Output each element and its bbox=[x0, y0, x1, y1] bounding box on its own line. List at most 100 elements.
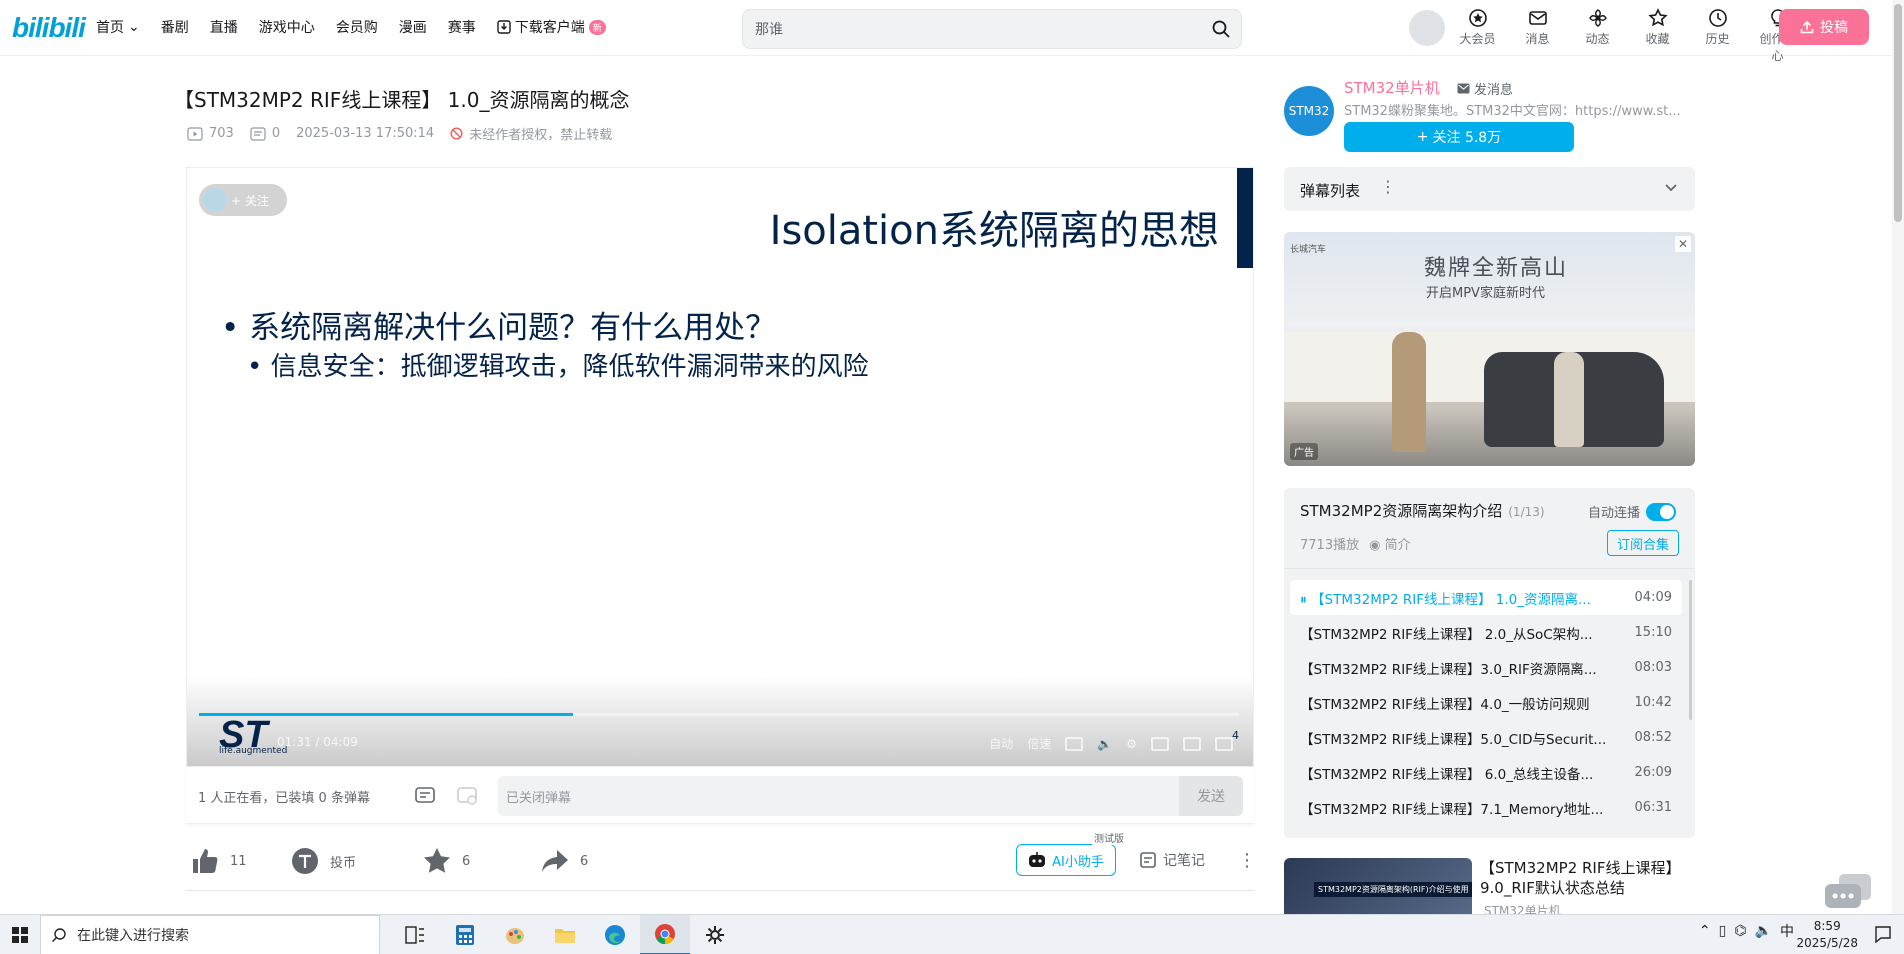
note-button[interactable]: 记笔记 bbox=[1139, 850, 1205, 870]
calculator-icon[interactable] bbox=[440, 915, 490, 954]
playlist-item[interactable]: 【STM32MP2 RIF线上课程】7.1_Memory地址... 06:31 bbox=[1290, 790, 1682, 825]
chevron-down-icon: ⌄ bbox=[128, 19, 140, 35]
playlist-item[interactable]: 【STM32MP2 RIF线上课程】3.0_RIF资源隔离... 08:03 bbox=[1290, 650, 1682, 685]
uploader-description: STM32蝶粉聚集地。STM32中文官网：https://www.st... bbox=[1344, 104, 1681, 119]
playlist-item[interactable]: 【STM32MP2 RIF线上课程】 6.0_总线主设备... 26:09 bbox=[1290, 755, 1682, 790]
recommended-title[interactable]: 【STM32MP2 RIF线上课程】9.0_RIF默认状态总结 bbox=[1480, 858, 1700, 898]
danmaku-send-button[interactable]: 发送 bbox=[1179, 776, 1243, 816]
favorite-button[interactable]: 6 bbox=[422, 846, 470, 876]
ad-subheadline: 开启MPV家庭新时代 bbox=[1426, 286, 1545, 301]
uploader-name[interactable]: STM32单片机 bbox=[1344, 77, 1440, 98]
playlist-item[interactable]: 【STM32MP2 RIF线上课程】 2.0_从SoC架构... 15:10 bbox=[1290, 615, 1682, 650]
speed-button[interactable]: 倍速 bbox=[1027, 735, 1051, 752]
subtitle-icon[interactable] bbox=[1065, 736, 1084, 751]
nav-live[interactable]: 直播 bbox=[210, 17, 238, 37]
video-title: 【STM32MP2 RIF线上课程】 1.0_资源隔离的概念 bbox=[174, 88, 630, 112]
danmaku-toggle-icon[interactable] bbox=[414, 786, 436, 806]
like-button[interactable]: 11 bbox=[190, 846, 247, 876]
more-options-icon[interactable]: ⋮ bbox=[1380, 177, 1396, 196]
nav-game-center[interactable]: 游戏中心 bbox=[259, 17, 315, 37]
start-button[interactable] bbox=[0, 915, 40, 954]
subscribe-collection-button[interactable]: 订阅合集 bbox=[1607, 530, 1679, 556]
playlist-title[interactable]: STM32MP2资源隔离架构介绍 (1/13) bbox=[1300, 500, 1545, 521]
volume-icon[interactable]: 🔈 bbox=[1097, 737, 1112, 751]
nav-download-client[interactable]: 下载客户端 新 bbox=[497, 17, 606, 37]
messages-button[interactable]: 消息 bbox=[1515, 6, 1560, 64]
page-scrollbar[interactable] bbox=[1892, 0, 1904, 915]
search-box bbox=[742, 9, 1242, 49]
close-icon[interactable]: ✕ bbox=[1675, 236, 1691, 252]
notification-icon[interactable] bbox=[1874, 925, 1892, 943]
network-icon[interactable]: ⌬ bbox=[1734, 923, 1746, 939]
settings-gear-icon[interactable] bbox=[690, 915, 740, 954]
video-meta: 703 0 2025-03-13 17:50:14 未经作者授权，禁止转载 bbox=[187, 124, 612, 143]
player-follow-chip[interactable]: + 关注 bbox=[199, 184, 287, 216]
playlist-scrollbar[interactable] bbox=[1689, 580, 1692, 720]
playlist-item[interactable]: ⏸ 【STM32MP2 RIF线上课程】 1.0_资源隔离... 04:09 bbox=[1290, 580, 1682, 615]
share-button[interactable]: 6 bbox=[540, 846, 588, 876]
favorites-button[interactable]: 收藏 bbox=[1635, 6, 1680, 64]
note-icon bbox=[1140, 852, 1156, 868]
more-options-icon[interactable]: ⋮ bbox=[1238, 850, 1256, 871]
nav-home[interactable]: 首页 ⌄ bbox=[96, 17, 140, 37]
progress-bar[interactable] bbox=[199, 713, 1239, 716]
upload-icon bbox=[1800, 20, 1814, 34]
search-input[interactable] bbox=[755, 19, 1175, 39]
edge-browser-icon[interactable] bbox=[590, 915, 640, 954]
divider bbox=[1284, 568, 1695, 569]
dynamic-button[interactable]: 动态 bbox=[1575, 6, 1620, 64]
nav-esports[interactable]: 赛事 bbox=[448, 17, 476, 37]
settings-icon[interactable]: ⚙ bbox=[1126, 737, 1137, 751]
taskbar-clock[interactable]: 8:59 2025/5/28 bbox=[1796, 918, 1858, 952]
danmaku-settings-icon[interactable] bbox=[456, 786, 478, 806]
chat-bubble-icon[interactable] bbox=[1823, 872, 1873, 912]
danmaku-input[interactable]: 已关闭弹幕 发送 bbox=[498, 776, 1243, 816]
video-player[interactable]: Isolation系统隔离的思想 • 系统隔离解决什么问题？有什么用处？ • 信… bbox=[186, 167, 1254, 767]
slide-bullet-1: • 系统隔离解决什么问题？有什么用处？ bbox=[221, 310, 777, 346]
system-tray: ⌃ ▯ ⌬ 🔈 中 bbox=[1699, 921, 1794, 941]
nav-bangumi[interactable]: 番剧 bbox=[161, 17, 189, 37]
autoplay-toggle[interactable]: 自动连播 bbox=[1588, 502, 1677, 521]
paint-icon[interactable] bbox=[490, 915, 540, 954]
send-message-button[interactable]: 发消息 bbox=[1457, 79, 1513, 98]
playlist-item[interactable]: 【STM32MP2 RIF线上课程】4.0_一般访问规则 10:42 bbox=[1290, 685, 1682, 720]
advertisement-banner[interactable]: 魏牌全新高山 开启MPV家庭新时代 长城汽车 广告 ✕ bbox=[1284, 232, 1695, 466]
bilibili-logo[interactable]: bilibili bbox=[12, 12, 86, 44]
coin-button[interactable]: 投币 bbox=[290, 846, 356, 876]
nav-manga[interactable]: 漫画 bbox=[399, 17, 427, 37]
danmaku-list-header[interactable]: 弹幕列表 ⋮ bbox=[1284, 167, 1695, 211]
view-count: 703 bbox=[187, 126, 234, 141]
ai-assistant-button[interactable]: AI小助手 bbox=[1016, 844, 1116, 876]
taskbar-search[interactable]: 在此键入进行搜索 bbox=[40, 915, 380, 954]
eye-icon: ◉ bbox=[1369, 538, 1385, 553]
pip-icon[interactable] bbox=[1151, 736, 1169, 751]
history-button[interactable]: 历史 bbox=[1695, 6, 1740, 64]
vip-button[interactable]: 大会员 bbox=[1455, 6, 1500, 64]
widescreen-icon[interactable] bbox=[1183, 736, 1201, 751]
fullscreen-icon[interactable] bbox=[1215, 736, 1233, 751]
video-actions: 11 投币 6 6 AI小助手 测试版 记笔记 ⋮ bbox=[186, 830, 1256, 890]
quality-auto-button[interactable]: 自动 bbox=[989, 735, 1013, 752]
playlist-intro[interactable]: ◉ 简介 bbox=[1369, 534, 1411, 553]
usb-icon[interactable]: ▯ bbox=[1719, 923, 1727, 939]
file-explorer-icon[interactable] bbox=[540, 915, 590, 954]
scrollbar-thumb[interactable] bbox=[1894, 4, 1902, 222]
uploader-avatar[interactable]: STM32 bbox=[1284, 86, 1334, 136]
plus-icon: + bbox=[1416, 129, 1429, 145]
copyright-notice: 未经作者授权，禁止转载 bbox=[450, 124, 612, 143]
chevron-up-icon[interactable]: ⌃ bbox=[1699, 923, 1711, 939]
ad-brand-logo: 长城汽车 bbox=[1290, 245, 1327, 255]
toggle-switch[interactable] bbox=[1646, 502, 1677, 521]
history-icon bbox=[1708, 9, 1727, 27]
volume-icon[interactable]: 🔈 bbox=[1755, 923, 1772, 939]
task-view-icon[interactable] bbox=[390, 915, 440, 954]
search-icon[interactable] bbox=[1211, 19, 1231, 39]
new-badge: 新 bbox=[588, 19, 606, 35]
follow-button[interactable]: + 关注 5.8万 bbox=[1344, 122, 1574, 152]
nav-shop[interactable]: 会员购 bbox=[336, 17, 378, 37]
playlist-item[interactable]: 【STM32MP2 RIF线上课程】5.0_CID与Securit... 08:… bbox=[1290, 720, 1682, 755]
user-avatar[interactable] bbox=[1409, 10, 1445, 46]
upload-button[interactable]: 投稿 bbox=[1779, 9, 1869, 45]
chrome-browser-icon[interactable] bbox=[640, 915, 690, 954]
ime-indicator[interactable]: 中 bbox=[1780, 921, 1794, 941]
